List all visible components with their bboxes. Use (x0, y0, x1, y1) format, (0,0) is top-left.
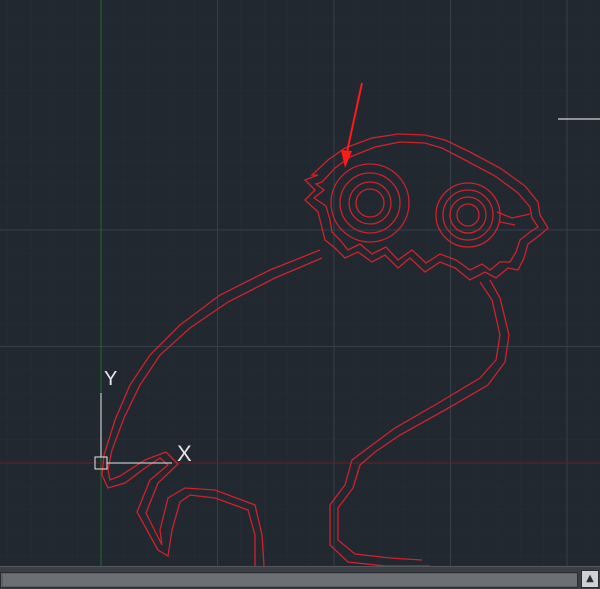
owl-body-outer[interactable] (101, 249, 323, 566)
scroll-up-arrow-icon[interactable]: ▲ (581, 570, 599, 588)
owl-outline[interactable] (101, 133, 549, 566)
grid (0, 0, 600, 566)
pointer-arrow (341, 82, 363, 168)
left-eye-ring-3[interactable] (348, 181, 392, 225)
left-eye-ring-4[interactable] (355, 188, 385, 218)
owl-beak[interactable] (496, 211, 531, 226)
bottom-scroll-area: ▲ (0, 566, 600, 589)
ucs-y-label: Y (104, 368, 117, 390)
right-eye-ring-3[interactable] (449, 196, 487, 234)
drawing-viewport[interactable]: Y X (0, 0, 600, 566)
owl-back-outer[interactable] (329, 279, 510, 566)
ucs-x-label: X (177, 441, 192, 466)
horizontal-scrollbar[interactable] (0, 572, 578, 588)
right-eye-ring-1[interactable] (435, 182, 501, 248)
horizontal-scrollbar-thumb[interactable] (3, 574, 577, 586)
model-space-canvas[interactable]: Y X (0, 0, 600, 566)
owl-head-outer[interactable] (303, 133, 549, 281)
right-eye-ring-4[interactable] (456, 203, 480, 227)
